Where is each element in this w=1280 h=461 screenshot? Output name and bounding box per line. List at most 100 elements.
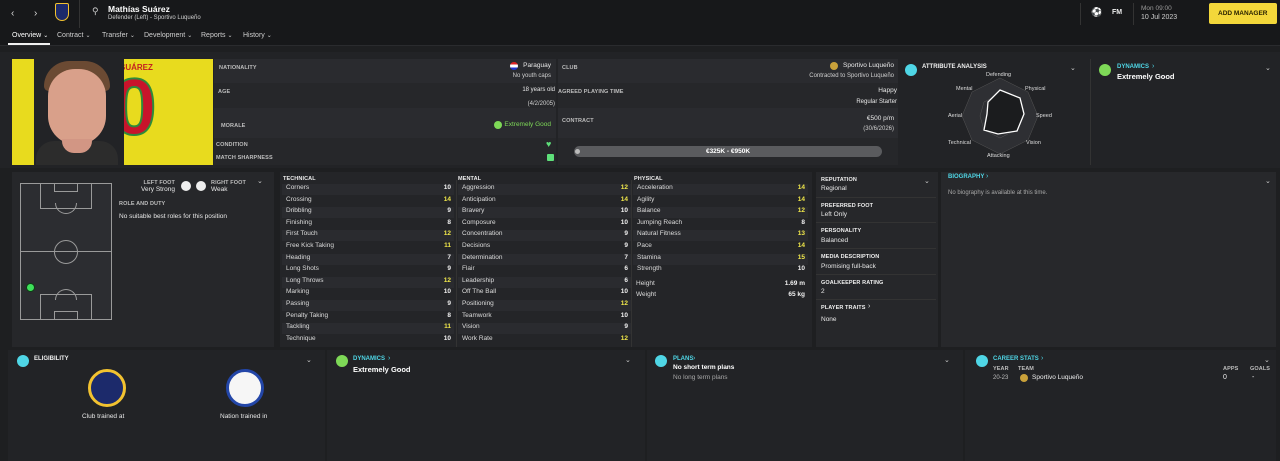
career-goals: - xyxy=(1252,374,1255,381)
nationality-value[interactable]: Paraguay xyxy=(523,62,551,69)
plans-title-link[interactable]: PLANS xyxy=(673,356,693,362)
mental-attribute-row[interactable]: Composure 10 xyxy=(458,219,631,230)
mental-attribute-row[interactable]: Anticipation 14 xyxy=(458,196,631,207)
technical-attribute-row[interactable]: Technique 10 xyxy=(282,335,454,346)
tab-overview[interactable]: Overview ⌄ xyxy=(12,32,48,39)
technical-attribute-row[interactable]: Penalty Taking 8 xyxy=(282,312,454,323)
career-stats-title-link[interactable]: CAREER STATS xyxy=(993,356,1039,362)
mental-attribute-row[interactable]: Determination 7 xyxy=(458,253,631,265)
technical-attribute-row[interactable]: Heading 7 xyxy=(282,253,454,265)
dynamics-chevron-icon[interactable]: ⌄ xyxy=(1265,64,1271,72)
attribute-name: Positioning xyxy=(462,300,494,307)
attribute-name: Composure xyxy=(462,218,496,226)
technical-attribute-row[interactable]: Free Kick Taking 11 xyxy=(282,242,454,253)
mental-attribute-row[interactable]: Vision 9 xyxy=(458,323,631,335)
ball-icon[interactable]: ⚽ xyxy=(1091,7,1102,18)
technical-attribute-row[interactable]: Passing 9 xyxy=(282,300,454,311)
value-bar[interactable]: €325K - €950K xyxy=(574,146,882,157)
add-manager-button[interactable]: ADD MANAGER xyxy=(1209,3,1277,24)
physical-attribute-row[interactable]: Stamina 15 xyxy=(633,253,808,265)
physical-attribute-row[interactable]: Jumping Reach 8 xyxy=(633,219,808,230)
technical-attribute-row[interactable]: Marking 10 xyxy=(282,288,454,299)
technical-attribute-row[interactable]: Long Shots 9 xyxy=(282,265,454,276)
plans-short: No short term plans xyxy=(673,364,735,371)
mental-attribute-row[interactable]: Teamwork 10 xyxy=(458,312,631,323)
forward-icon[interactable]: › xyxy=(34,8,37,19)
nation-crest-icon[interactable] xyxy=(226,369,264,407)
mental-attribute-row[interactable]: Work Rate 12 xyxy=(458,335,631,346)
technical-attribute-row[interactable]: Crossing 14 xyxy=(282,196,454,207)
club-value[interactable]: Sportivo Luqueño xyxy=(843,62,894,69)
back-icon[interactable]: ‹ xyxy=(11,8,14,19)
tab-transfer[interactable]: Transfer ⌄ xyxy=(102,32,135,39)
technical-attribute-row[interactable]: Long Throws 12 xyxy=(282,276,454,288)
condition-heart-icon: ♥ xyxy=(546,139,552,149)
club-crest-large-icon[interactable] xyxy=(88,369,126,407)
physical-attribute-row[interactable]: Balance 12 xyxy=(633,207,808,219)
physical-attribute-row[interactable]: Pace 14 xyxy=(633,242,808,253)
biography-chevron-icon[interactable]: ⌄ xyxy=(1265,177,1271,185)
mental-attribute-row[interactable]: Off The Ball 10 xyxy=(458,288,631,299)
dynamics-bottom-chevron-icon[interactable]: ⌄ xyxy=(625,356,631,364)
attribute-name: Natural Fitness xyxy=(637,230,681,238)
physical-attribute-row[interactable]: Acceleration 14 xyxy=(633,184,808,195)
attribute-name: Heading xyxy=(286,253,311,261)
career-stats-chevron-icon[interactable]: ⌄ xyxy=(1264,356,1270,364)
mental-attribute-row[interactable]: Aggression 12 xyxy=(458,184,631,195)
attribute-value: 8 xyxy=(447,218,451,226)
dynamics-title-link[interactable]: DYNAMICS xyxy=(1117,64,1149,70)
attribute-name: Marking xyxy=(286,288,310,296)
attribute-value: 7 xyxy=(624,253,628,261)
player-name: Mathías Suárez xyxy=(108,4,170,14)
physical-attribute-row[interactable]: Strength 10 xyxy=(633,265,808,276)
fm-label[interactable]: FM xyxy=(1112,9,1122,16)
plans-long: No long term plans xyxy=(673,374,728,381)
technical-attribute-row[interactable]: Corners 10 xyxy=(282,184,454,195)
physical-attribute-row[interactable]: Agility 14 xyxy=(633,196,808,207)
technical-attribute-row[interactable]: First Touch 12 xyxy=(282,230,454,242)
plans-chevron-icon[interactable]: ⌄ xyxy=(944,356,950,364)
attribute-value: 10 xyxy=(620,311,628,319)
attribute-analysis-icon xyxy=(905,64,917,76)
position-dot-left-back[interactable] xyxy=(26,283,35,292)
career-team-badge-icon xyxy=(1020,374,1028,382)
attribute-value: 9 xyxy=(624,323,628,331)
mental-attribute-row[interactable]: Decisions 9 xyxy=(458,242,631,253)
mental-attribute-row[interactable]: Flair 6 xyxy=(458,265,631,276)
technical-attribute-row[interactable]: Finishing 8 xyxy=(282,219,454,230)
eligibility-chevron-icon[interactable]: ⌄ xyxy=(306,356,312,364)
age-label: AGE xyxy=(218,89,231,95)
technical-attribute-row[interactable]: Dribbling 9 xyxy=(282,207,454,219)
attribute-analysis-chevron-icon[interactable]: ⌄ xyxy=(1070,64,1076,72)
search-icon[interactable]: ⚲ xyxy=(92,6,99,17)
player-traits-link[interactable]: PLAYER TRAITS xyxy=(821,305,866,311)
height-row: Height 1.69 m xyxy=(636,280,805,287)
flag-icon xyxy=(510,62,518,70)
mental-attribute-row[interactable]: Bravery 10 xyxy=(458,207,631,219)
tab-reports[interactable]: Reports ⌄ xyxy=(201,32,233,39)
mental-attribute-row[interactable]: Concentration 9 xyxy=(458,230,631,242)
career-team[interactable]: Sportivo Luqueño xyxy=(1032,374,1083,381)
attribute-name: Pace xyxy=(637,242,652,249)
physical-attribute-row[interactable]: Natural Fitness 13 xyxy=(633,230,808,242)
sharpness-icon xyxy=(547,154,554,161)
position-chevron-icon[interactable]: ⌄ xyxy=(257,177,263,185)
tab-history[interactable]: History ⌄ xyxy=(243,32,272,39)
attribute-value: 10 xyxy=(620,288,628,296)
side-info-chevron-icon[interactable]: ⌄ xyxy=(924,177,930,185)
tab-contract[interactable]: Contract ⌄ xyxy=(57,32,91,39)
biography-title-link[interactable]: BIOGRAPHY xyxy=(948,174,984,180)
attribute-name: Concentration xyxy=(462,230,503,238)
attribute-name: Corners xyxy=(286,184,310,191)
dynamics-icon xyxy=(1099,64,1111,76)
attribute-value: 6 xyxy=(624,265,628,273)
mental-attribute-row[interactable]: Leadership 6 xyxy=(458,276,631,288)
eligibility-icon xyxy=(17,355,29,367)
club-crest-icon[interactable] xyxy=(55,3,69,21)
tab-development[interactable]: Development ⌄ xyxy=(144,32,192,39)
dynamics-bottom-title-link[interactable]: DYNAMICS xyxy=(353,356,385,362)
attribute-value: 10 xyxy=(443,334,451,342)
axis-label-technical: Technical xyxy=(948,140,971,146)
technical-attribute-row[interactable]: Tackling 11 xyxy=(282,323,454,335)
mental-attribute-row[interactable]: Positioning 12 xyxy=(458,300,631,311)
